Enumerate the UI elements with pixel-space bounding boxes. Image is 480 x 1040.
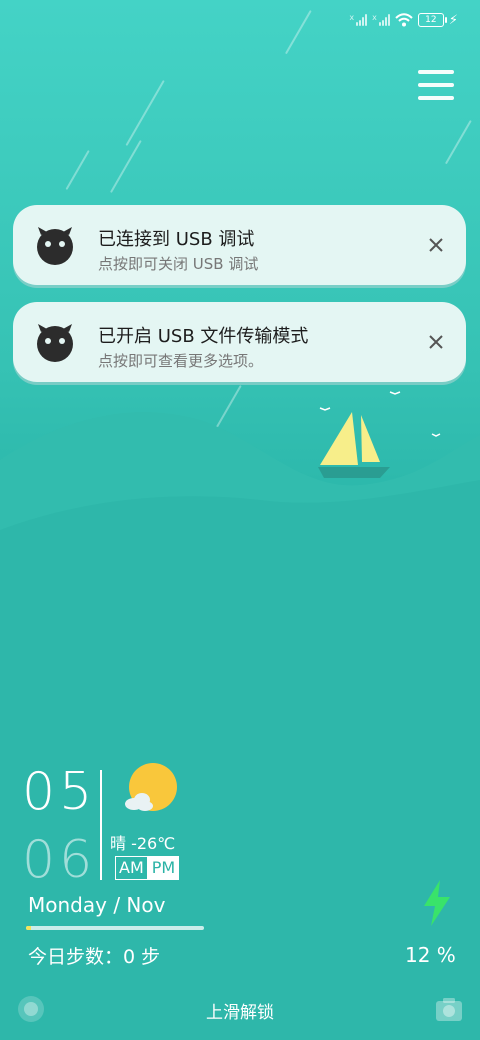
step-progress-fill: [26, 926, 32, 930]
sun-cloud-icon: [125, 763, 177, 811]
camera-icon[interactable]: [435, 996, 463, 1022]
rain-streak: [285, 10, 312, 55]
notification-usb-debugging[interactable]: 已连接到 USB 调试 点按即可关闭 USB 调试: [13, 205, 466, 285]
menu-button[interactable]: [418, 70, 454, 102]
weather-text: 晴 -26℃: [110, 834, 176, 853]
notification-subtitle: 点按即可关闭 USB 调试: [98, 255, 259, 273]
notification-title: 已连接到 USB 调试: [98, 229, 255, 250]
step-progress-bar: [26, 926, 204, 930]
rain-streak: [445, 120, 472, 165]
hills-illustration: [0, 391, 480, 1040]
charging-bolt-icon: [424, 880, 450, 926]
rain-streak: [125, 80, 165, 146]
battery-icon: 12: [417, 13, 447, 27]
signal-icon: x: [372, 14, 390, 26]
unlock-hint: 上滑解锁: [206, 1003, 274, 1023]
notification-title: 已开启 USB 文件传输模式: [98, 326, 309, 347]
rain-streak: [65, 150, 90, 190]
date-label: Monday / Nov: [28, 893, 166, 917]
battery-percent: 12 %: [405, 943, 456, 967]
clock-minute: 06: [22, 830, 97, 890]
sailboat: [318, 391, 441, 478]
divider: [100, 770, 102, 880]
pm-label: PM: [147, 856, 180, 880]
charging-icon: ⚡: [448, 12, 458, 28]
wifi-icon: [395, 13, 413, 27]
am-label: AM: [115, 856, 148, 880]
am-pm-indicator: AM PM: [115, 856, 180, 880]
signal-icon: x: [349, 14, 368, 26]
android-icon: [37, 227, 73, 265]
close-icon[interactable]: [424, 233, 448, 257]
rain-streak: [110, 140, 142, 193]
notification-usb-file-transfer[interactable]: 已开启 USB 文件传输模式 点按即可查看更多选项。: [13, 302, 466, 382]
close-icon[interactable]: [424, 330, 448, 354]
clock-hour: 05: [22, 762, 97, 822]
step-count: 今日步数：0 步: [28, 946, 161, 968]
android-icon: [37, 324, 73, 362]
notification-subtitle: 点按即可查看更多选项。: [98, 352, 264, 370]
status-bar: x x 12 ⚡: [349, 8, 458, 32]
